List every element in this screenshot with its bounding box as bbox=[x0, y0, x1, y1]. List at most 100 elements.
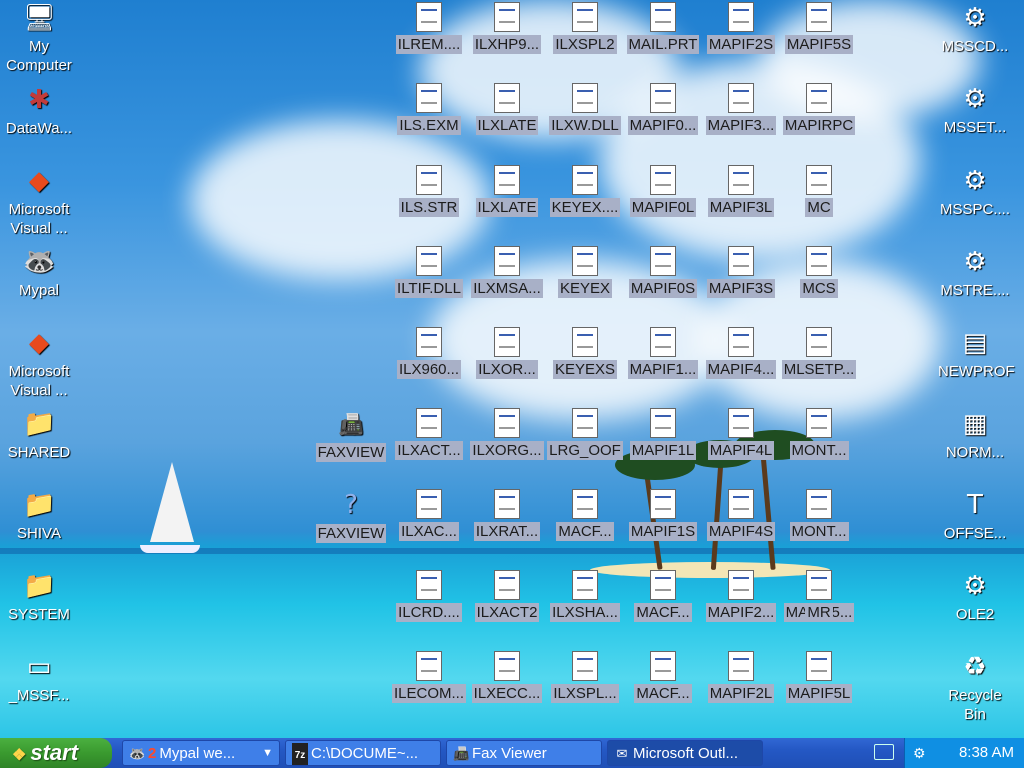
desktop-file-icon[interactable]: MR bbox=[780, 570, 858, 627]
desktop-icon-my-computer[interactable]: 🖥 My Computer bbox=[0, 2, 78, 80]
desktop-file-icon[interactable]: MONT... bbox=[780, 489, 858, 546]
desktop-file-icon[interactable]: KEYEXS bbox=[546, 327, 624, 384]
desktop-file-icon[interactable]: ILTIF.DLL bbox=[390, 246, 468, 303]
desktop-file-icon[interactable]: ILS.EXM bbox=[390, 83, 468, 140]
taskbar-button-docume[interactable]: 7z C:\DOCUME~... bbox=[285, 740, 441, 766]
desktop-file-icon[interactable]: ILXSPL2 bbox=[546, 2, 624, 59]
desktop-icon-microsoft-visual-1[interactable]: ◆ Microsoft Visual ... bbox=[0, 165, 78, 243]
desktop-file-icon[interactable]: MAPIF2... bbox=[702, 570, 780, 627]
taskbar-button-outlook[interactable]: ✉ Microsoft Outl... bbox=[607, 740, 763, 766]
desktop-file-icon[interactable]: ILX960... bbox=[390, 327, 468, 384]
icon-label: ILS.EXM bbox=[397, 116, 461, 135]
desktop-icon-right[interactable]: ⚙ MSSCD... bbox=[936, 2, 1014, 61]
desktop-file-icon[interactable]: MLSETP... bbox=[780, 327, 858, 384]
visual-studio-icon: ◆ bbox=[29, 328, 49, 358]
desktop-file-icon[interactable]: MAPIF1S bbox=[624, 489, 702, 546]
desktop-icon-right[interactable]: T OFFSE... bbox=[936, 489, 1014, 548]
desktop-file-icon[interactable]: KEYEX bbox=[546, 246, 624, 303]
desktop-icon-shiva[interactable]: 📁 SHIVA bbox=[0, 489, 78, 548]
desktop-file-icon[interactable]: MAPIF5L bbox=[780, 651, 858, 708]
desktop-file-icon[interactable]: MAPIF3... bbox=[702, 83, 780, 140]
taskbar-button-mypal[interactable]: 🦝 2 Mypal we... ▼ bbox=[122, 740, 280, 766]
desktop-file-icon[interactable]: ILXAC... bbox=[390, 489, 468, 546]
desktop-file-icon[interactable]: MAPIF1... bbox=[624, 327, 702, 384]
start-button[interactable]: ❖ start bbox=[0, 738, 112, 768]
desktop-file-icon[interactable]: MACF... bbox=[624, 651, 702, 708]
desktop-icon-datawa[interactable]: ✱ DataWa... bbox=[0, 84, 78, 143]
desktop-file-icon[interactable]: MC bbox=[780, 165, 858, 222]
icon-label: ILREM.... bbox=[395, 35, 463, 54]
desktop-icon-mssf[interactable]: ▭ _MSSF... bbox=[0, 651, 78, 710]
desktop-file-icon[interactable]: MACF... bbox=[546, 489, 624, 546]
desktop-file-icon[interactable]: MAPIF0S bbox=[624, 246, 702, 303]
desktop-icon-right[interactable]: ▦ NORM... bbox=[936, 408, 1014, 467]
desktop-file-icon[interactable]: ILXORG... bbox=[468, 408, 546, 465]
desktop-icon-faxview-1[interactable]: 📠 FAXVIEW bbox=[312, 408, 390, 467]
desktop-file-icon[interactable]: MAPIF4S bbox=[702, 489, 780, 546]
desktop-file-icon[interactable]: ILECOM... bbox=[390, 651, 468, 708]
desktop-file-icon[interactable]: MAPIF2L bbox=[702, 651, 780, 708]
file-icon bbox=[728, 83, 754, 113]
desktop-file-icon[interactable]: ILXHP9... bbox=[468, 2, 546, 59]
icon-label: OLE2 bbox=[955, 606, 995, 623]
icon-label: MACF... bbox=[634, 603, 692, 622]
desktop-file-icon[interactable]: LRG_OOF bbox=[546, 408, 624, 465]
desktop-file-icon[interactable]: MAPIF1L bbox=[624, 408, 702, 465]
icon-label: _MSSF... bbox=[8, 687, 70, 704]
desktop-icon-right[interactable]: ▤ NEWPROF bbox=[936, 327, 1015, 386]
desktop-file-icon[interactable]: ILXSPL... bbox=[546, 651, 624, 708]
desktop-file-icon[interactable]: ILXMSA... bbox=[468, 246, 546, 303]
file-icon: ⚙ bbox=[963, 247, 987, 277]
icon-label: MAPIF1... bbox=[627, 360, 699, 379]
desktop-file-icon[interactable]: ILXRAT... bbox=[468, 489, 546, 546]
file-icon bbox=[806, 165, 832, 195]
desktop-file-icon[interactable]: MAPIF0L bbox=[624, 165, 702, 222]
desktop-icon-right[interactable]: ⚙ MSSET... bbox=[936, 83, 1014, 142]
desktop-icon-right[interactable]: ⚙ OLE2 bbox=[936, 570, 1014, 629]
desktop-icon-right[interactable]: ⚙ MSSPC.... bbox=[936, 165, 1014, 224]
desktop[interactable]: 🖥 My Computer ✱ DataWa... ◆ Microsoft Vi… bbox=[0, 0, 1024, 738]
desktop-file-icon[interactable]: ILXACT2 bbox=[468, 570, 546, 627]
taskbar: ❖ start 🦝 2 Mypal we... ▼ 7z C:\DOCUME~... 📠… bbox=[0, 738, 1024, 768]
desktop-icon-system[interactable]: 📁 SYSTEM bbox=[0, 570, 78, 629]
folder-icon: 📁 bbox=[23, 490, 56, 520]
desktop-file-icon[interactable]: MAIL.PRT bbox=[624, 2, 702, 59]
desktop-icon-right[interactable]: ♻ Recycle Bin bbox=[936, 651, 1014, 729]
icon-label: MAPIF0S bbox=[628, 279, 698, 298]
desktop-icon-microsoft-visual-2[interactable]: ◆ Microsoft Visual ... bbox=[0, 327, 78, 405]
taskbar-button-label: Microsoft Outl... bbox=[633, 745, 739, 762]
desktop-file-icon[interactable]: MACF... bbox=[624, 570, 702, 627]
file-icon: ⚙ bbox=[963, 3, 987, 33]
desktop-file-icon[interactable]: ILXECC... bbox=[468, 651, 546, 708]
desktop-file-icon[interactable]: MAPIRPC bbox=[780, 83, 858, 140]
desktop-file-icon[interactable]: MCS bbox=[780, 246, 858, 303]
desktop-file-icon[interactable]: ILS.STR bbox=[390, 165, 468, 222]
desktop-file-icon[interactable]: MAPIF0... bbox=[624, 83, 702, 140]
clock[interactable]: 8:38 AM bbox=[959, 738, 1014, 768]
desktop-file-icon[interactable]: ILXSHA... bbox=[546, 570, 624, 627]
desktop-file-icon[interactable]: ILREM.... bbox=[390, 2, 468, 59]
keyboard-icon[interactable] bbox=[874, 744, 894, 760]
desktop-file-icon[interactable]: MONT... bbox=[780, 408, 858, 465]
file-icon bbox=[728, 246, 754, 276]
desktop-file-icon[interactable]: MAPIF3S bbox=[702, 246, 780, 303]
desktop-file-icon[interactable]: ILXW.DLL bbox=[546, 83, 624, 140]
desktop-file-icon[interactable]: MAPIF5S bbox=[780, 2, 858, 59]
tray-app-icon[interactable]: ⚙ bbox=[913, 738, 926, 768]
desktop-file-icon[interactable]: ILCRD.... bbox=[390, 570, 468, 627]
desktop-file-icon[interactable]: ILXLATE bbox=[468, 83, 546, 140]
file-icon bbox=[728, 2, 754, 32]
desktop-file-icon[interactable]: KEYEX.... bbox=[546, 165, 624, 222]
taskbar-button-fax-viewer[interactable]: 📠 Fax Viewer bbox=[446, 740, 602, 766]
desktop-file-icon[interactable]: ILXACT... bbox=[390, 408, 468, 465]
desktop-file-icon[interactable]: MAPIF3L bbox=[702, 165, 780, 222]
desktop-file-icon[interactable]: ILXLATE bbox=[468, 165, 546, 222]
desktop-icon-mypal[interactable]: 🦝 Mypal bbox=[0, 246, 78, 305]
desktop-file-icon[interactable]: MAPIF2S bbox=[702, 2, 780, 59]
desktop-icon-shared[interactable]: 📁 SHARED bbox=[0, 408, 78, 467]
desktop-icon-faxview-2[interactable]: ? FAXVIEW bbox=[312, 489, 390, 548]
desktop-icon-right[interactable]: ⚙ MSTRE.... bbox=[936, 246, 1014, 305]
desktop-file-icon[interactable]: MAPIF4... bbox=[702, 327, 780, 384]
desktop-file-icon[interactable]: MAPIF4L bbox=[702, 408, 780, 465]
desktop-file-icon[interactable]: ILXOR... bbox=[468, 327, 546, 384]
